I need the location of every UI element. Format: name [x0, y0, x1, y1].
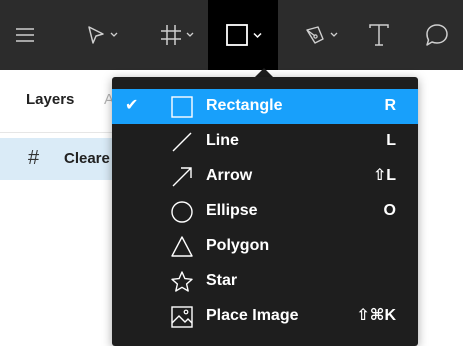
menu-item-polygon[interactable]: Polygon [112, 229, 418, 264]
chevron-down-icon [330, 32, 338, 37]
checkmark-icon: ✔ [125, 97, 139, 114]
layer-row[interactable]: # Cleare [0, 138, 120, 180]
line-icon [172, 132, 192, 152]
pen-tool-icon [306, 26, 324, 44]
hamburger-menu-icon [16, 28, 34, 42]
layer-name: Cleare [64, 150, 110, 167]
image-icon [171, 306, 193, 328]
toolbar [0, 0, 463, 70]
chevron-down-icon [252, 32, 262, 38]
menu-item-ellipse[interactable]: Ellipse O [112, 194, 418, 229]
menu-item-label: Ellipse [206, 202, 258, 219]
menu-item-place-image[interactable]: Place Image ⇧⌘K [112, 299, 418, 334]
menu-item-label: Rectangle [206, 97, 283, 114]
menu-item-rectangle[interactable]: ✔ Rectangle R [112, 89, 418, 124]
chevron-down-icon [186, 32, 194, 37]
menu-item-label: Polygon [206, 237, 270, 254]
text-tool-icon [369, 24, 389, 46]
arrow-icon [172, 167, 192, 187]
rectangle-tool-icon [225, 24, 248, 46]
menu-item-shortcut: L [386, 132, 396, 149]
comment-tool-icon [426, 24, 448, 46]
polygon-icon [171, 236, 193, 257]
pen-tool-button[interactable] [292, 0, 350, 70]
menu-item-shortcut: ⇧⌘K [356, 307, 396, 324]
chevron-down-icon [110, 32, 118, 37]
menu-item-star[interactable]: Star [112, 264, 418, 299]
ellipse-icon [171, 201, 193, 223]
frame-tool-button[interactable] [148, 0, 206, 70]
rectangle-icon [171, 96, 193, 118]
move-tool-icon [88, 26, 104, 44]
shape-tool-button[interactable] [208, 0, 278, 70]
tab-layers[interactable]: Layers [26, 91, 74, 108]
menu-item-shortcut: ⇧L [372, 167, 396, 184]
layers-panel: Layers A # Cleare [0, 70, 120, 346]
star-icon [171, 271, 193, 292]
frame-tool-icon [161, 25, 181, 45]
menu-item-shortcut: R [384, 97, 396, 114]
main-menu-button[interactable] [8, 0, 42, 70]
text-tool-button[interactable] [362, 0, 396, 70]
menu-item-label: Arrow [206, 167, 253, 184]
menu-item-label: Line [206, 132, 239, 149]
comment-tool-button[interactable] [420, 0, 454, 70]
menu-item-label: Place Image [206, 307, 299, 324]
panel-tabs: Layers A [0, 70, 120, 133]
menu-item-shortcut: O [383, 202, 396, 219]
menu-item-arrow[interactable]: Arrow ⇧L [112, 159, 418, 194]
menu-item-line[interactable]: Line L [112, 124, 418, 159]
shape-tool-menu: ✔ Rectangle R Line L Arrow ⇧L Ellipse O … [112, 77, 418, 346]
frame-layer-icon: # [28, 147, 40, 169]
menu-item-label: Star [206, 272, 238, 289]
move-tool-button[interactable] [72, 0, 132, 70]
